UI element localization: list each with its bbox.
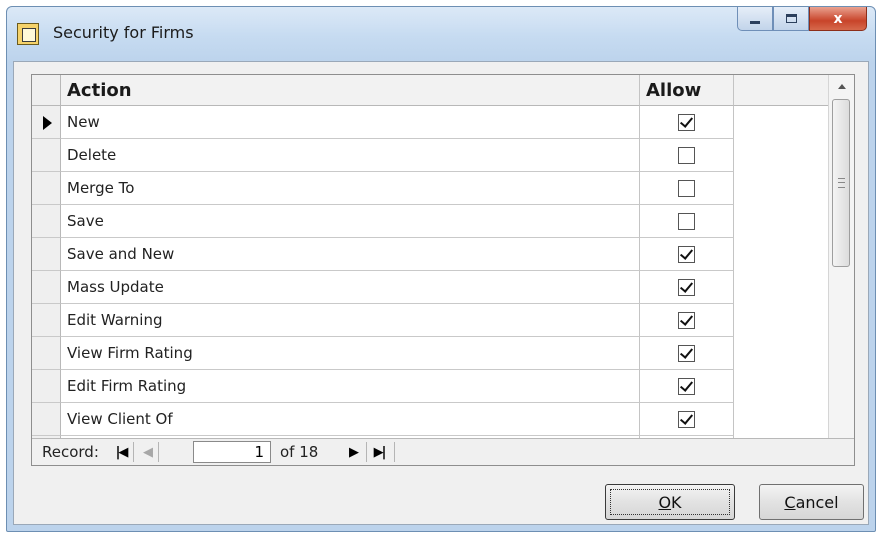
record-total: of 18 [280,443,319,461]
last-record-button[interactable]: ▶| [368,442,390,462]
next-record-button[interactable]: ▶ [342,442,364,462]
allow-cell [640,271,734,304]
allow-cell [640,172,734,205]
allow-checkbox[interactable] [678,179,695,197]
header-empty-area [734,75,842,106]
close-icon: x [833,10,843,27]
allow-checkbox[interactable] [678,311,695,329]
allow-cell [640,370,734,403]
action-cell[interactable]: Save [61,205,640,238]
row-selector[interactable] [32,106,61,139]
allow-checkbox[interactable] [678,113,695,131]
scroll-up-button[interactable] [829,75,854,97]
action-cell[interactable]: Delete [61,139,640,172]
scroll-up-icon [837,83,846,89]
minimize-button[interactable] [737,7,773,31]
row-selector[interactable] [32,403,61,436]
row-selector[interactable] [32,172,61,205]
action-cell[interactable]: View Firm Rating [61,337,640,370]
table-row[interactable]: Edit Warning [32,304,734,337]
nav-divider [366,442,367,462]
cancel-label: ancel [795,492,839,512]
app-icon [17,23,39,45]
row-selector[interactable] [32,205,61,238]
permissions-grid: Action Allow New Delete Merge To Save Save a… [31,74,855,466]
cancel-accelerator: C [784,492,796,512]
vertical-scrollbar[interactable] [828,75,854,465]
allow-cell [640,205,734,238]
action-cell[interactable]: New [61,106,640,139]
table-row[interactable]: New [32,106,734,139]
column-header-action[interactable]: Action [61,75,640,106]
record-navigator: Record: |◀ ◀ 1 of 18 ▶ ▶| [32,438,854,465]
allow-checkbox[interactable] [678,344,695,362]
allow-cell [640,106,734,139]
nav-divider [158,442,159,462]
current-record-icon [43,116,52,130]
table-row[interactable]: View Client Of [32,403,734,436]
allow-cell [640,403,734,436]
table-row[interactable]: Save and New [32,238,734,271]
dialog-window: Security for Firms x Action Allow New Del… [6,6,876,532]
action-cell[interactable]: Save and New [61,238,640,271]
window-title: Security for Firms [53,23,194,42]
allow-checkbox[interactable] [678,245,695,263]
action-cell[interactable]: Edit Firm Rating [61,370,640,403]
header-selector[interactable] [32,75,61,106]
table-row[interactable]: Delete [32,139,734,172]
maximize-button[interactable] [773,7,809,31]
table-row[interactable]: Merge To [32,172,734,205]
allow-checkbox[interactable] [678,212,695,230]
table-row[interactable]: Save [32,205,734,238]
allow-cell [640,139,734,172]
nav-divider [394,442,395,462]
action-cell[interactable]: Edit Warning [61,304,640,337]
maximize-icon [785,14,797,23]
first-record-button[interactable]: |◀ [110,442,132,462]
ok-button[interactable]: OK [605,484,735,520]
allow-checkbox[interactable] [678,278,695,296]
allow-checkbox[interactable] [678,377,695,395]
row-selector[interactable] [32,304,61,337]
nav-divider [133,442,134,462]
cancel-button[interactable]: Cancel [759,484,864,520]
focus-rectangle [610,489,730,515]
action-cell[interactable]: Mass Update [61,271,640,304]
allow-checkbox[interactable] [678,410,695,428]
row-selector[interactable] [32,139,61,172]
row-selector[interactable] [32,337,61,370]
grip-icon [837,178,845,188]
title-bar[interactable]: Security for Firms x [7,7,875,61]
record-label: Record: [42,443,99,461]
caption-buttons: x [737,7,867,31]
row-selector[interactable] [32,238,61,271]
allow-cell [640,238,734,271]
previous-record-button[interactable]: ◀ [136,442,158,462]
current-record-input[interactable]: 1 [193,441,271,463]
minimize-icon [750,21,760,24]
allow-cell [640,304,734,337]
allow-cell [640,337,734,370]
allow-checkbox[interactable] [678,146,695,164]
column-header-allow[interactable]: Allow [640,75,734,106]
dialog-content: Action Allow New Delete Merge To Save Save a… [13,61,869,525]
table-row[interactable]: View Firm Rating [32,337,734,370]
action-cell[interactable]: View Client Of [61,403,640,436]
action-cell[interactable]: Merge To [61,172,640,205]
row-selector[interactable] [32,370,61,403]
table-row[interactable]: Mass Update [32,271,734,304]
table-row[interactable]: Edit Firm Rating [32,370,734,403]
scroll-thumb[interactable] [832,99,850,267]
row-selector[interactable] [32,271,61,304]
close-button[interactable]: x [809,7,867,31]
